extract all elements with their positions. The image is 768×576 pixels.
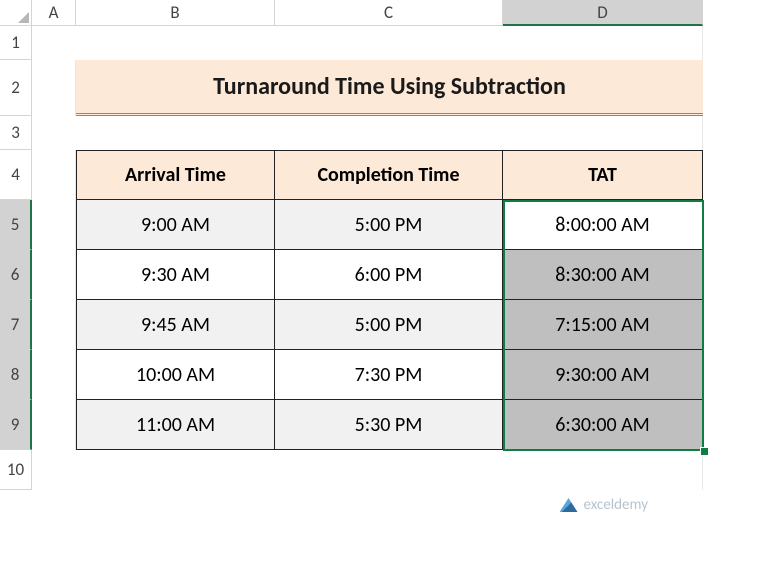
fill-handle[interactable]	[700, 447, 709, 456]
table-header-completion[interactable]: Completion Time	[275, 150, 503, 200]
table-header-tat[interactable]: TAT	[503, 150, 703, 200]
cell[interactable]	[32, 116, 703, 150]
row-header-9[interactable]: 9	[0, 400, 32, 450]
row-header-5[interactable]: 5	[0, 200, 32, 250]
col-header-B[interactable]: B	[76, 0, 275, 26]
select-all-corner[interactable]	[0, 0, 32, 26]
row-header-3[interactable]: 3	[0, 116, 32, 150]
cell-D6[interactable]: 8:30:00 AM	[503, 250, 703, 300]
cell-D7[interactable]: 7:15:00 AM	[503, 300, 703, 350]
cell[interactable]	[32, 400, 76, 450]
row-header-1[interactable]: 1	[0, 26, 32, 60]
spreadsheet-grid: A B C D 1 2 Turnaround Time Using Subtra…	[0, 0, 768, 490]
cell-D5[interactable]: 8:00:00 AM	[503, 200, 703, 250]
logo-icon	[560, 498, 578, 512]
cell-C5[interactable]: 5:00 PM	[275, 200, 503, 250]
row-header-6[interactable]: 6	[0, 250, 32, 300]
cell-B6[interactable]: 9:30 AM	[76, 250, 275, 300]
cell[interactable]	[32, 350, 76, 400]
cell-C6[interactable]: 6:00 PM	[275, 250, 503, 300]
watermark-text: exceldemy	[584, 496, 648, 514]
row-header-4[interactable]: 4	[0, 150, 32, 200]
col-header-C[interactable]: C	[275, 0, 503, 26]
cell-B9[interactable]: 11:00 AM	[76, 400, 275, 450]
row-header-10[interactable]: 10	[0, 450, 32, 490]
cell[interactable]	[32, 250, 76, 300]
watermark: exceldemy	[560, 496, 648, 514]
cell[interactable]	[32, 150, 76, 200]
cell-C9[interactable]: 5:30 PM	[275, 400, 503, 450]
cell-B8[interactable]: 10:00 AM	[76, 350, 275, 400]
cell[interactable]	[32, 300, 76, 350]
cell[interactable]	[32, 450, 703, 490]
col-header-A[interactable]: A	[32, 0, 76, 26]
row-header-7[interactable]: 7	[0, 300, 32, 350]
cell[interactable]	[32, 60, 76, 116]
table-header-arrival[interactable]: Arrival Time	[76, 150, 275, 200]
col-header-D[interactable]: D	[503, 0, 703, 26]
cell-B5[interactable]: 9:00 AM	[76, 200, 275, 250]
row-header-2[interactable]: 2	[0, 60, 32, 116]
row-header-8[interactable]: 8	[0, 350, 32, 400]
cell-B7[interactable]: 9:45 AM	[76, 300, 275, 350]
cell-D9[interactable]: 6:30:00 AM	[503, 400, 703, 450]
cell[interactable]	[32, 200, 76, 250]
page-title: Turnaround Time Using Subtraction	[76, 60, 703, 116]
cell[interactable]	[32, 26, 703, 60]
cell-C8[interactable]: 7:30 PM	[275, 350, 503, 400]
cell-D8[interactable]: 9:30:00 AM	[503, 350, 703, 400]
cell-C7[interactable]: 5:00 PM	[275, 300, 503, 350]
